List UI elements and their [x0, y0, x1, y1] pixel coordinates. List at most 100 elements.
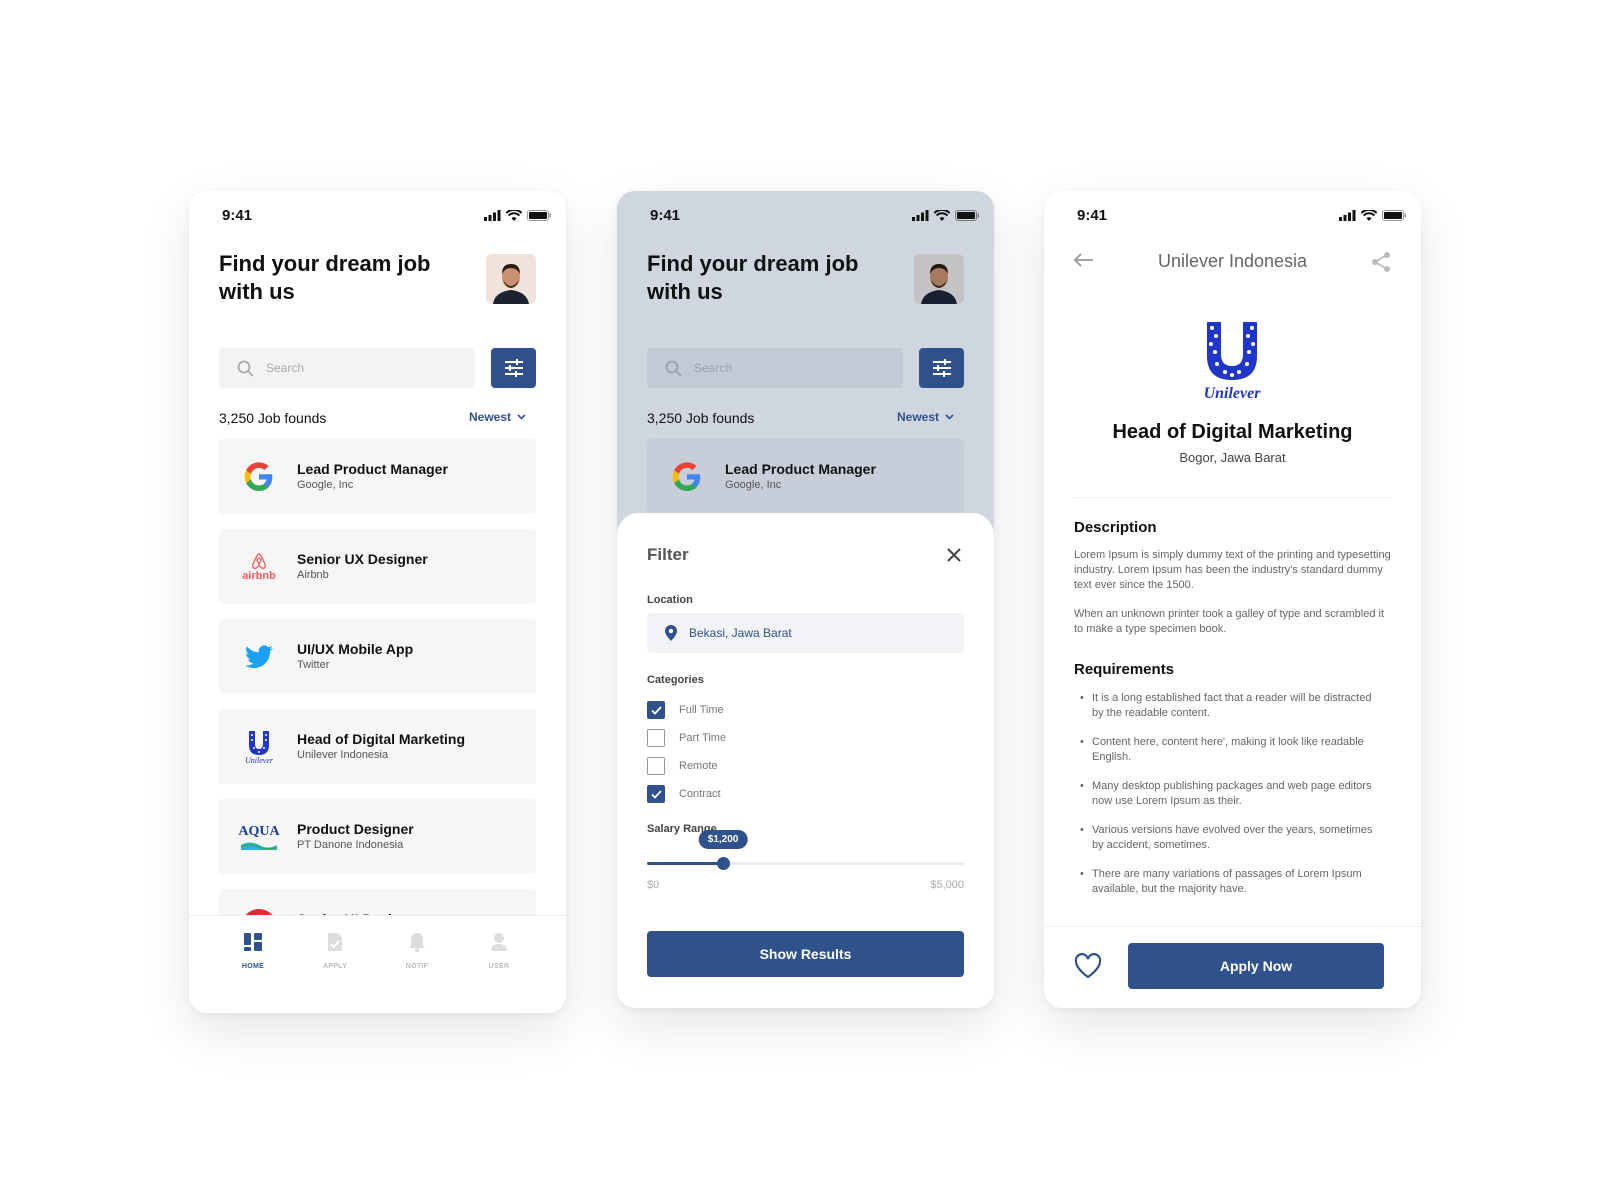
job-title: Head of Digital Marketing	[1112, 421, 1353, 443]
job-company: Unilever Indonesia	[297, 749, 389, 761]
job-card[interactable]: Lead Product Manager Google, Inc	[219, 439, 536, 514]
google-logo	[667, 457, 707, 497]
tab-home[interactable]: HOME	[223, 932, 283, 970]
status-icons	[912, 210, 980, 221]
tab-user[interactable]: USER	[469, 932, 529, 970]
category-checkbox[interactable]: Full Time	[647, 701, 724, 719]
requirement-item: Various versions have evolved over the y…	[1080, 823, 1382, 853]
signal-icon	[912, 210, 929, 221]
location-field[interactable]: Bekasi, Jawa Barat	[647, 613, 964, 653]
requirement-item: There are many variations of passages of…	[1080, 867, 1382, 897]
close-button[interactable]	[946, 547, 962, 568]
sort-dropdown[interactable]: Newest	[469, 410, 526, 424]
job-card[interactable]: Unilever Head of Digital Marketing Unile…	[219, 709, 536, 784]
search-input[interactable]: Search	[219, 348, 475, 388]
description-paragraph: When an unknown printer took a galley of…	[1074, 608, 1385, 635]
slider-handle[interactable]	[717, 857, 731, 870]
sort-label: Newest	[469, 410, 512, 424]
filter-button[interactable]	[491, 348, 536, 388]
aqua-logo: AQUA	[238, 817, 280, 857]
airbnb-logo: airbnb	[239, 547, 279, 587]
job-count: 3,250 Job founds	[219, 410, 327, 426]
company-header: Unilever Indonesia	[1157, 251, 1308, 271]
signal-icon	[484, 210, 501, 221]
unilever-logo-text: Unilever	[245, 755, 273, 765]
job-card: Lead Product Manager Google, Inc	[647, 439, 964, 514]
save-job-button[interactable]	[1074, 953, 1102, 984]
google-logo	[239, 457, 279, 497]
category-checkbox[interactable]: Contract	[647, 785, 721, 803]
status-time: 9:41	[222, 207, 253, 224]
status-bar: 9:41	[189, 207, 566, 227]
job-location: Bogor, Jawa Barat	[1179, 450, 1286, 465]
signal-icon	[1339, 210, 1356, 221]
requirement-item: It is a long established fact that a rea…	[1080, 691, 1382, 721]
status-icons	[484, 210, 552, 221]
status-time: 9:41	[1077, 207, 1108, 224]
job-detail-screen: 9:41 Unilever Indonesia Unilever Head of…	[1044, 191, 1421, 1008]
category-checkbox[interactable]: Part Time	[647, 729, 726, 747]
title-line-1: Find your dream job	[219, 251, 431, 276]
tab-apply[interactable]: APPLY	[305, 932, 365, 970]
search-icon	[237, 360, 254, 377]
job-card[interactable]: airbnb Senior UX Designer Airbnb	[219, 529, 536, 604]
salary-max: $5,000	[930, 879, 964, 891]
battery-icon	[1382, 210, 1406, 221]
wifi-icon	[934, 210, 950, 221]
tab-home-label: HOME	[241, 963, 265, 970]
status-bar: 9:41	[617, 207, 994, 227]
salary-slider[interactable]: $1,200	[647, 830, 964, 870]
checkbox-checked[interactable]	[647, 701, 665, 719]
chevron-down-icon	[517, 414, 526, 420]
category-label: Remote	[679, 760, 718, 772]
checkbox-unchecked[interactable]	[647, 729, 665, 747]
requirement-item: Content here, content here', making it l…	[1080, 735, 1382, 765]
job-card[interactable]: UI/UX Mobile App Twitter	[219, 619, 536, 694]
status-icons	[1339, 210, 1407, 221]
job-company: Google, Inc	[725, 479, 782, 491]
location-pin-icon	[665, 625, 677, 641]
apply-now-button[interactable]: Apply Now	[1128, 943, 1384, 989]
check-icon	[650, 705, 662, 715]
job-company: Google, Inc	[297, 479, 354, 491]
sort-label: Newest	[897, 410, 940, 424]
description-heading: Description	[1074, 519, 1157, 536]
wifi-icon	[506, 210, 522, 221]
avatar	[914, 254, 964, 304]
share-button[interactable]	[1371, 251, 1391, 278]
page-title: Find your dream job with us	[219, 250, 430, 306]
filter-title: Filter	[647, 545, 689, 564]
wifi-icon	[1361, 210, 1377, 221]
bottom-tab-bar: HOME APPLY NOTIF USER	[189, 915, 566, 1013]
job-title: UI/UX Mobile App	[297, 641, 414, 657]
title-line-2: with us	[219, 279, 295, 304]
avatar[interactable]	[486, 254, 536, 304]
share-icon	[1372, 252, 1390, 272]
job-card[interactable]: AQUA Product Designer PT Danone Indonesi…	[219, 799, 536, 874]
categories-label: Categories	[647, 674, 704, 686]
search-input: Search	[647, 348, 903, 388]
checkbox-checked[interactable]	[647, 785, 665, 803]
category-checkbox[interactable]: Remote	[647, 757, 718, 775]
apply-icon	[328, 933, 342, 951]
filter-button	[919, 348, 964, 388]
tab-notif-label: NOTIF	[405, 963, 429, 970]
status-bar: 9:41	[1044, 207, 1421, 227]
salary-min: $0	[647, 879, 660, 891]
title-line-1: Find your dream job	[647, 251, 859, 276]
checkbox-unchecked[interactable]	[647, 757, 665, 775]
search-placeholder: Search	[266, 361, 305, 375]
job-title: Lead Product Manager	[725, 461, 876, 477]
sort-dropdown: Newest	[897, 410, 954, 424]
search-icon	[665, 360, 682, 377]
show-results-button[interactable]: Show Results	[647, 931, 964, 977]
tab-apply-label: APPLY	[322, 963, 348, 970]
home-icon	[244, 933, 262, 951]
category-label: Full Time	[679, 704, 724, 716]
location-value: Bekasi, Jawa Barat	[689, 626, 792, 640]
tab-notif[interactable]: NOTIF	[387, 932, 447, 970]
search-placeholder: Search	[694, 361, 733, 375]
home-screen: 9:41 Find your dream job with us Search …	[189, 191, 566, 1013]
airbnb-logo-text: airbnb	[242, 570, 276, 582]
job-title: Senior UX Designer	[297, 551, 428, 567]
